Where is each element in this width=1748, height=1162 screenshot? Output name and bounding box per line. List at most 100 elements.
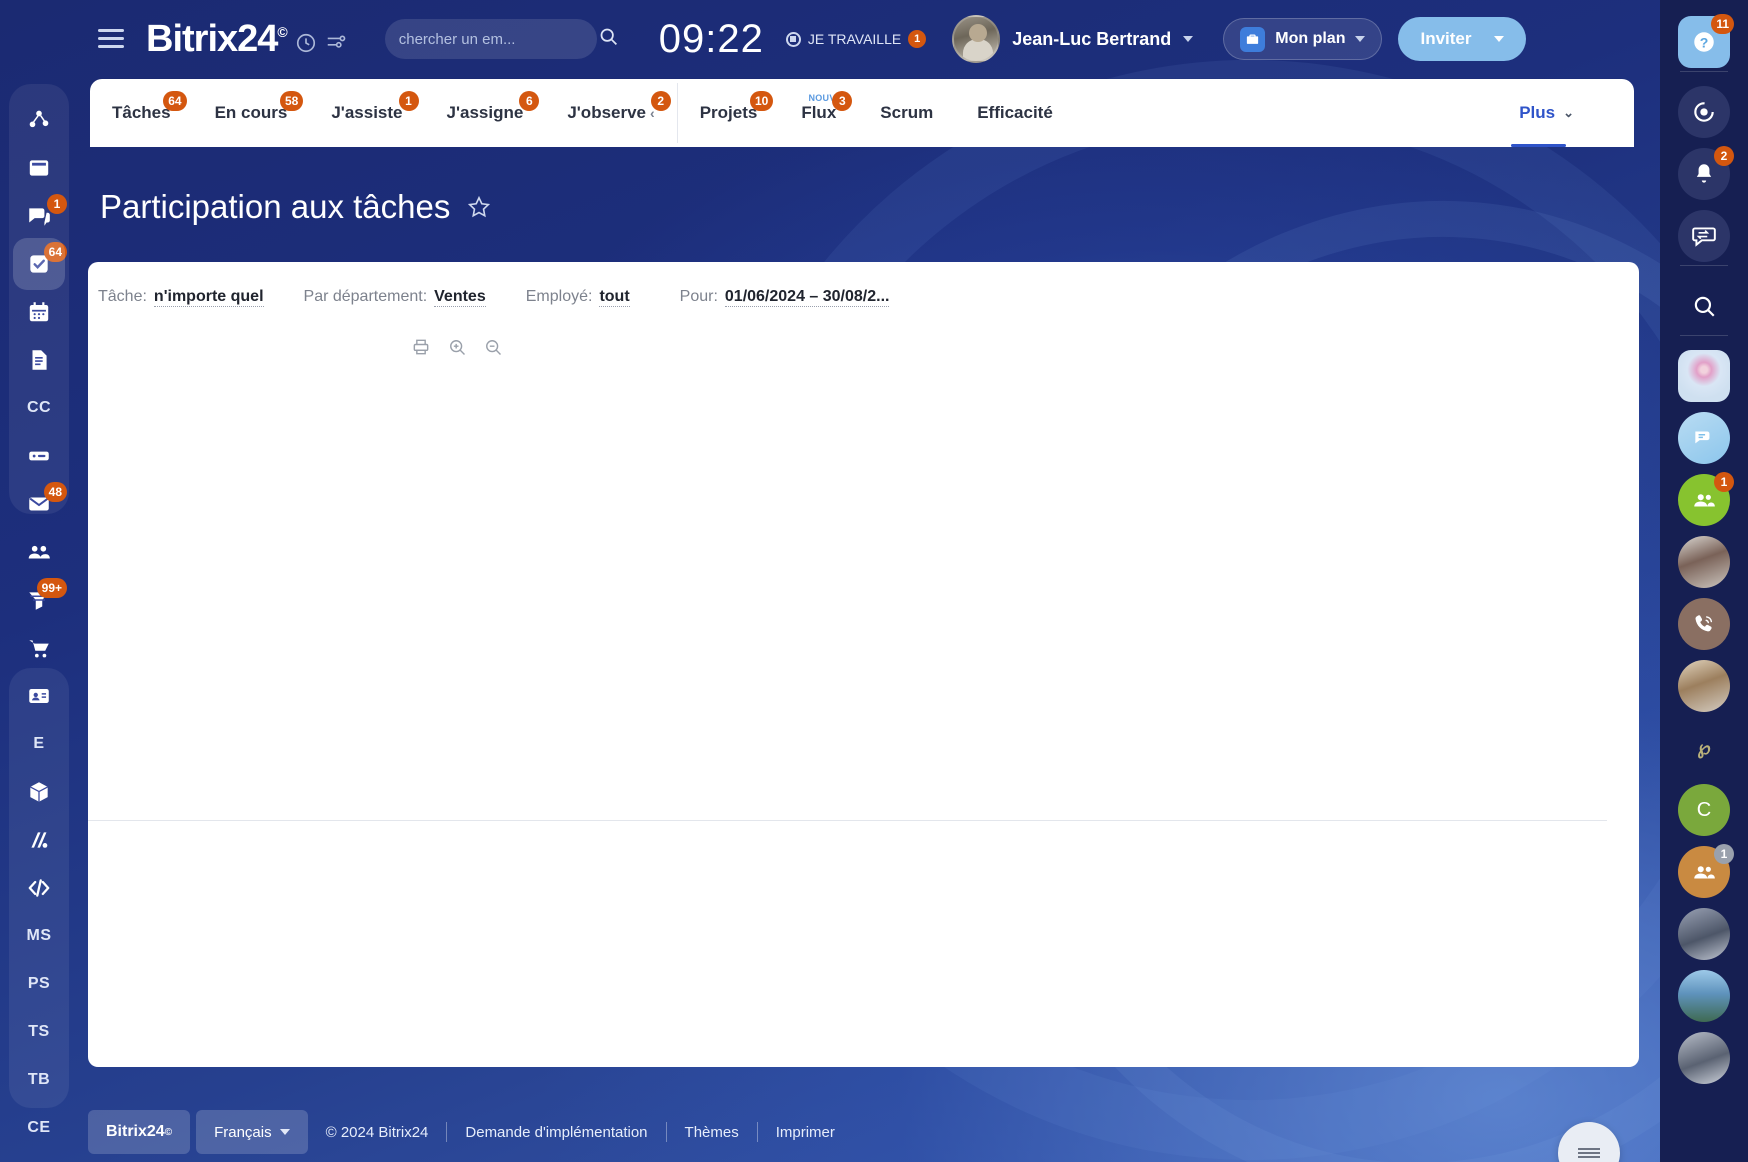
filter-value[interactable]: 01/06/2024 – 30/08/2... <box>725 288 890 307</box>
left-sidebar-item-mail[interactable]: 48 <box>9 480 69 528</box>
avatar-woman-2[interactable] <box>1678 660 1730 712</box>
search-icon[interactable] <box>598 26 619 52</box>
left-sidebar-item-ts[interactable]: TS <box>9 1008 69 1056</box>
tab-projets[interactable]: Projets10 <box>678 79 780 147</box>
avatar-person-4[interactable] <box>1678 1032 1730 1084</box>
left-sidebar-item-tb[interactable]: TB <box>9 1056 69 1104</box>
left-sidebar-item-contacts[interactable] <box>9 528 69 576</box>
filter-value[interactable]: Ventes <box>434 288 486 307</box>
filter-1[interactable]: Par département:Ventes <box>304 288 486 307</box>
avatar-chat[interactable] <box>1678 412 1730 464</box>
left-sidebar-item-ce[interactable]: CE <box>9 1104 69 1152</box>
right-sidebar-item-avatar-woman-1[interactable] <box>1678 536 1730 588</box>
search-input[interactable] <box>399 31 598 48</box>
tab-flux[interactable]: NOUVFlux3 <box>779 79 858 147</box>
floating-action-button[interactable] <box>1558 1122 1620 1162</box>
print-icon[interactable] <box>411 337 431 362</box>
plan-button[interactable]: Mon plan <box>1223 18 1382 60</box>
tab-j-assigne[interactable]: J'assigne6 <box>425 79 546 147</box>
right-sidebar-item-avatar-person-4[interactable] <box>1678 1032 1730 1084</box>
chevron-down-icon[interactable] <box>1355 36 1365 42</box>
avatar-person-3[interactable] <box>1678 908 1730 960</box>
right-sidebar-item-avatar-monogram[interactable]: ℘ <box>1678 722 1730 774</box>
right-sidebar-item-avatar-chat[interactable] <box>1678 412 1730 464</box>
footer-brand[interactable]: Bitrix24© <box>88 1110 190 1154</box>
left-sidebar-item-calendar[interactable] <box>9 288 69 336</box>
right-sidebar-item-group-green[interactable]: 1 <box>1678 474 1730 526</box>
left-sidebar-item-chat[interactable]: 1 <box>9 192 69 240</box>
menu-burger-icon[interactable] <box>98 29 124 49</box>
right-sidebar-item-search[interactable] <box>1678 280 1730 332</box>
language-selector[interactable]: Français <box>196 1110 308 1154</box>
tab-t-ches[interactable]: Tâches64 <box>90 79 193 147</box>
right-sidebar-item-notifications[interactable]: 2 <box>1678 148 1730 200</box>
right-sidebar-item-help[interactable]: ?11 <box>1678 16 1730 68</box>
avatar[interactable] <box>952 15 1000 63</box>
settings-sliders-icon[interactable] <box>325 32 347 59</box>
right-sidebar-item-avatar-landscape[interactable] <box>1678 970 1730 1022</box>
favorite-star-icon[interactable] <box>466 194 492 220</box>
right-sidebar-item-avatar-person-3[interactable] <box>1678 908 1730 960</box>
avatar-letter-c[interactable]: C <box>1678 784 1730 836</box>
call-icon[interactable] <box>1678 598 1730 650</box>
user-menu[interactable]: Jean-Luc Bertrand <box>952 15 1193 63</box>
copilot-icon[interactable] <box>1678 86 1730 138</box>
chevron-down-icon[interactable] <box>280 1129 290 1135</box>
right-sidebar-item-avatar-tree[interactable] <box>1678 350 1730 402</box>
group-orange-icon[interactable]: 1 <box>1678 846 1730 898</box>
chevron-down-icon[interactable] <box>1494 36 1504 42</box>
chevron-down-icon[interactable]: ⌄ <box>1563 105 1574 121</box>
tab-j-assiste[interactable]: J'assiste1 <box>309 79 424 147</box>
avatar-landscape[interactable] <box>1678 970 1730 1022</box>
right-sidebar-item-call[interactable] <box>1678 598 1730 650</box>
work-status-button[interactable]: JE TRAVAILLE 1 <box>786 30 926 48</box>
left-sidebar-item-code[interactable] <box>9 864 69 912</box>
chevron-down-icon[interactable] <box>1183 36 1193 42</box>
left-sidebar-item-cc[interactable]: CC <box>9 384 69 432</box>
tab-scrum[interactable]: Scrum <box>858 79 955 147</box>
bitrix-logo[interactable]: Bitrix24 © <box>146 18 287 61</box>
right-sidebar-item-avatar-woman-2[interactable] <box>1678 660 1730 712</box>
left-sidebar-item-shop[interactable] <box>9 624 69 672</box>
left-sidebar-item-drive[interactable] <box>9 432 69 480</box>
notifications-icon[interactable]: 2 <box>1678 148 1730 200</box>
avatar-woman-1[interactable] <box>1678 536 1730 588</box>
invite-button[interactable]: Inviter <box>1398 17 1525 61</box>
left-sidebar-item-feed[interactable] <box>9 144 69 192</box>
tab-plus[interactable]: Plus⌄ <box>1497 79 1634 147</box>
filter-value[interactable]: n'importe quel <box>154 288 264 307</box>
left-sidebar-item-funnel[interactable]: 99+ <box>9 576 69 624</box>
avatar-tree[interactable] <box>1678 350 1730 402</box>
footer-link-themes[interactable]: Thèmes <box>667 1124 757 1141</box>
filter-value[interactable]: tout <box>599 288 629 307</box>
chat-transfer-icon[interactable] <box>1678 210 1730 262</box>
zoom-in-icon[interactable] <box>447 337 467 362</box>
zoom-out-icon[interactable] <box>483 337 503 362</box>
left-sidebar-item-marketing[interactable] <box>9 816 69 864</box>
left-sidebar-item-box[interactable] <box>9 768 69 816</box>
avatar-monogram[interactable]: ℘ <box>1678 722 1730 774</box>
left-sidebar-item-ms[interactable]: MS <box>9 912 69 960</box>
right-sidebar-item-chat-transfer[interactable] <box>1678 210 1730 262</box>
left-sidebar-item-card[interactable] <box>9 672 69 720</box>
tab-efficacit-[interactable]: Efficacité <box>955 79 1075 147</box>
left-sidebar-item-network[interactable] <box>9 96 69 144</box>
right-sidebar-item-copilot[interactable] <box>1678 86 1730 138</box>
help-icon[interactable]: ?11 <box>1678 16 1730 68</box>
right-sidebar-item-group-orange[interactable]: 1 <box>1678 846 1730 898</box>
footer-link-print[interactable]: Imprimer <box>758 1124 853 1141</box>
tab-j-observe[interactable]: J'observe‹2 <box>545 79 676 147</box>
clock-icon[interactable] <box>295 32 317 59</box>
left-sidebar-item-documents[interactable] <box>9 336 69 384</box>
left-sidebar-item-e[interactable]: E <box>9 720 69 768</box>
filter-2[interactable]: Employé:tout <box>526 288 630 307</box>
search-box[interactable] <box>385 19 597 59</box>
filter-3[interactable]: Pour:01/06/2024 – 30/08/2... <box>680 288 890 307</box>
search-icon[interactable] <box>1678 280 1730 332</box>
filter-0[interactable]: Tâche:n'importe quel <box>98 288 264 307</box>
right-sidebar-item-avatar-letter-c[interactable]: C <box>1678 784 1730 836</box>
footer-link-implementation[interactable]: Demande d'implémentation <box>447 1124 665 1141</box>
tab-en-cours[interactable]: En cours58 <box>193 79 310 147</box>
left-sidebar-item-ps[interactable]: PS <box>9 960 69 1008</box>
group-green-icon[interactable]: 1 <box>1678 474 1730 526</box>
